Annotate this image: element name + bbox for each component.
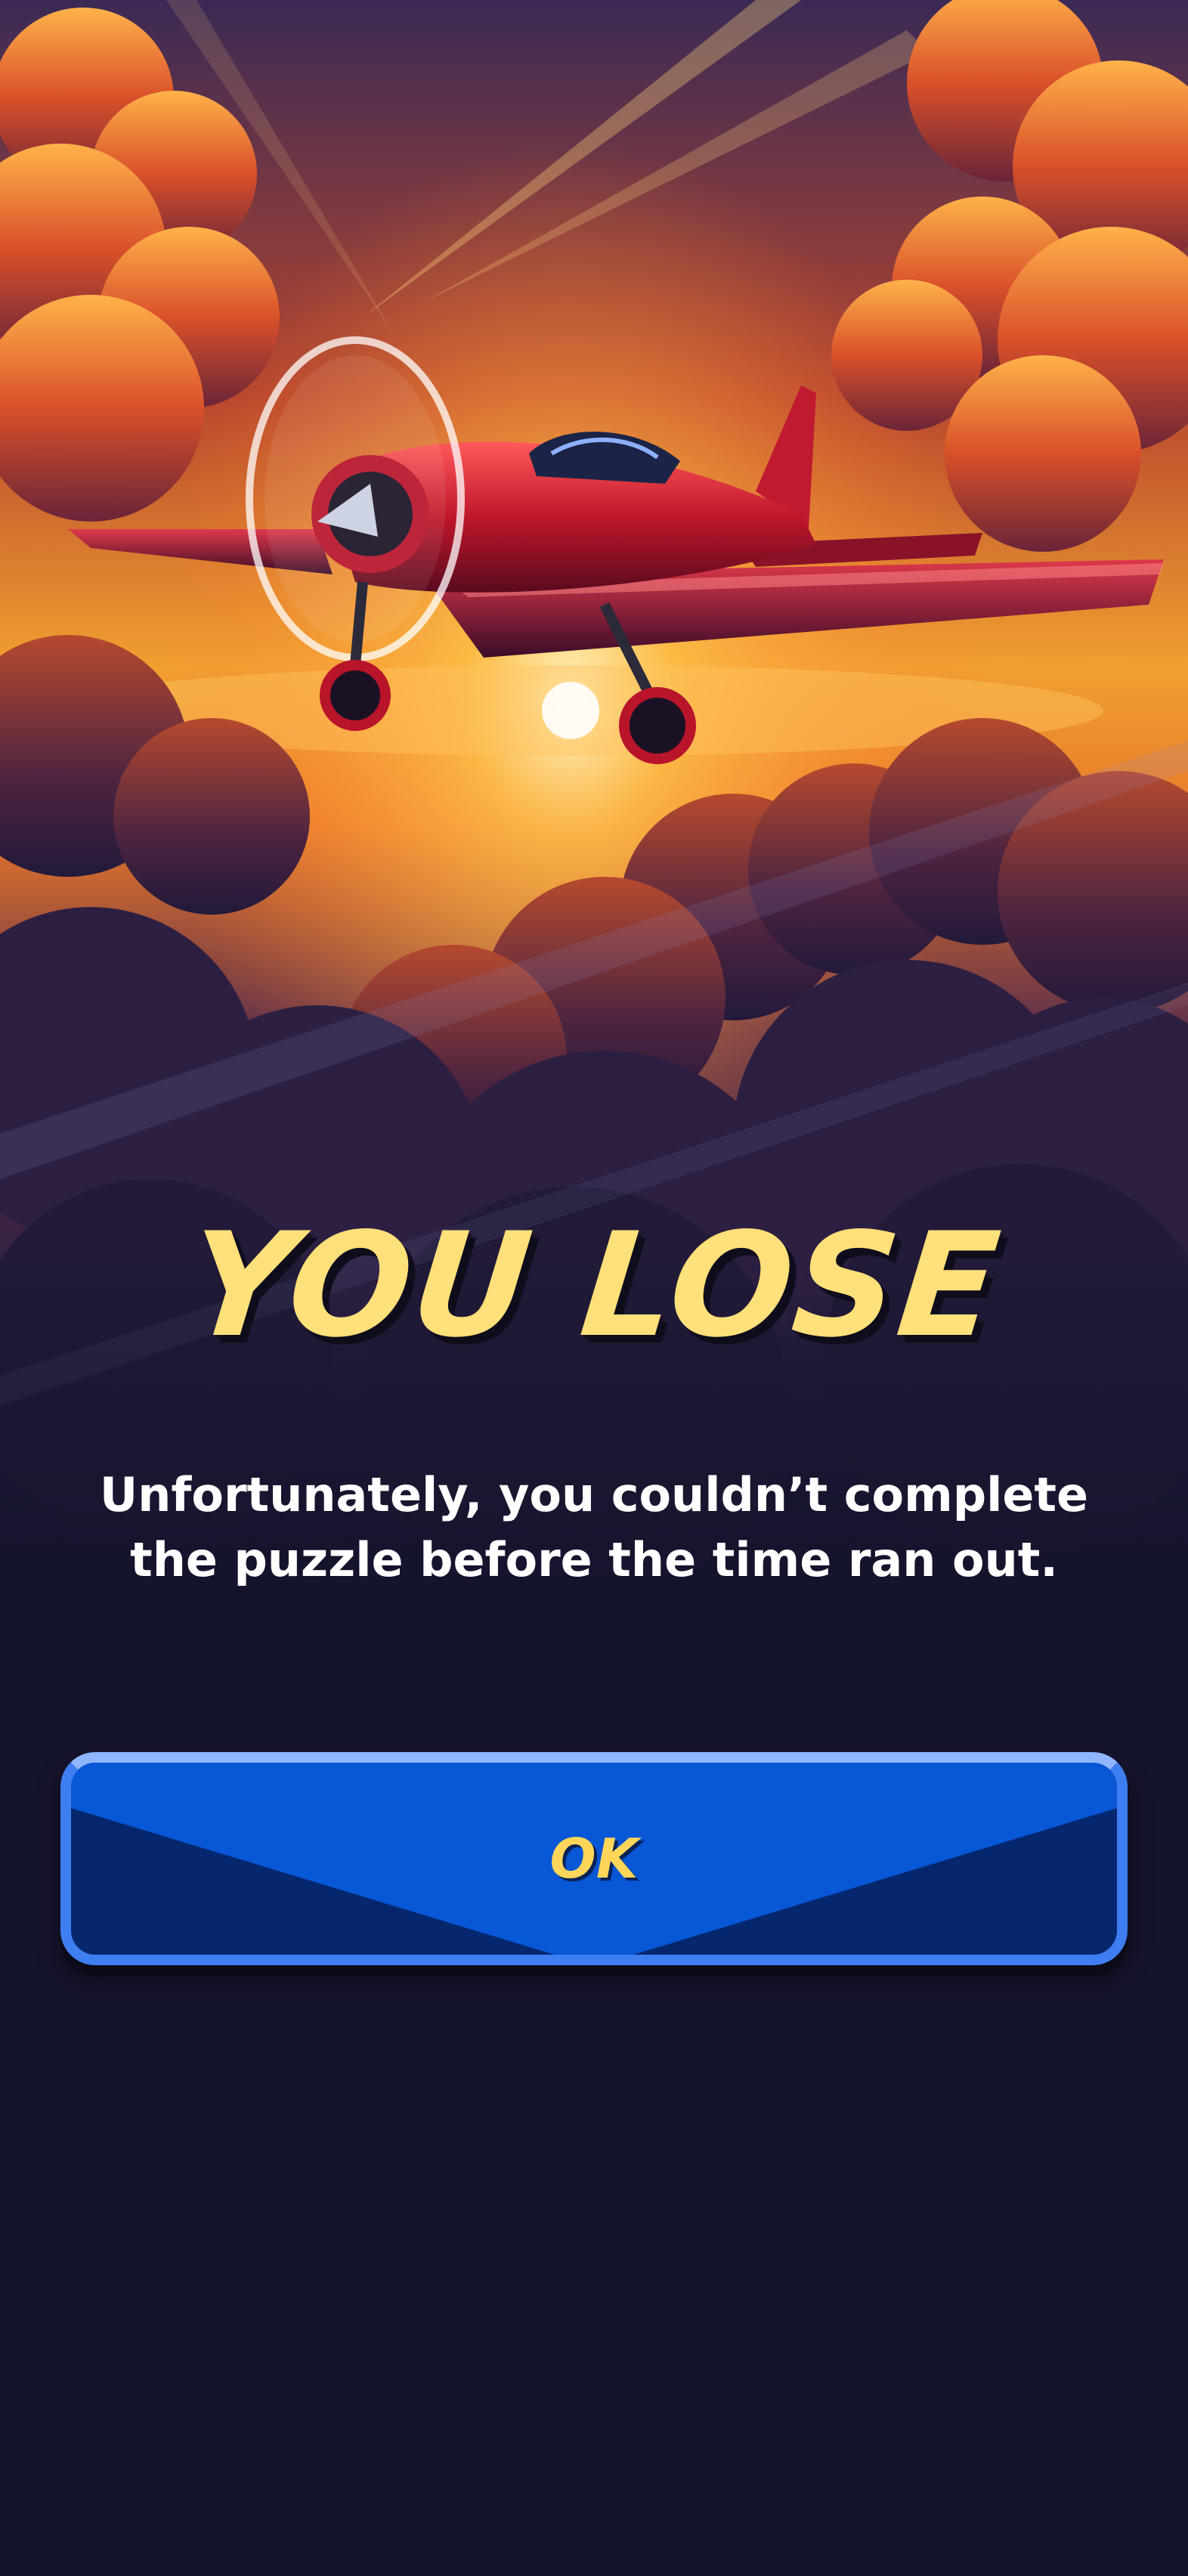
result-title: YOU LOSE (180, 1202, 1008, 1369)
game-over-screen: YOU LOSE Unfortunately, you couldn’t com… (0, 0, 1188, 2576)
ok-button-label: OK (549, 1827, 639, 1890)
ok-button[interactable]: OK (60, 1752, 1128, 1965)
result-message: Unfortunately, you couldn’t complete the… (99, 1467, 1089, 1587)
